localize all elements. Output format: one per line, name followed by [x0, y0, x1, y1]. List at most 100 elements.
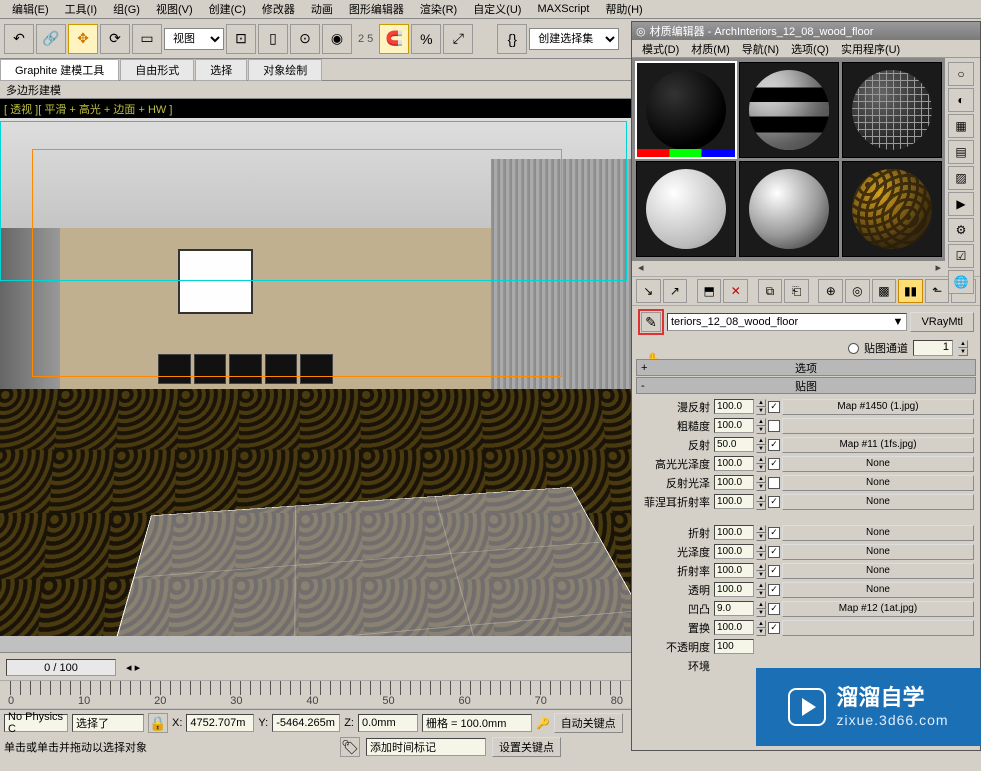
- undo-button[interactable]: ↶: [4, 24, 34, 54]
- material-name-field[interactable]: teriors_12_08_wood_floor▼: [667, 313, 907, 331]
- setkey-button[interactable]: 设置关键点: [492, 737, 561, 757]
- options-button[interactable]: ⚙: [948, 218, 974, 242]
- mat-slot-1[interactable]: [636, 62, 736, 158]
- mat-slot-6[interactable]: [842, 161, 942, 257]
- viewport-perspective[interactable]: [ 透视 ][ 平滑 + 高光 + 边面 + HW ]: [0, 99, 631, 636]
- show-map-button[interactable]: ▩: [872, 279, 897, 303]
- select-move-button[interactable]: ✥: [68, 24, 98, 54]
- watermark-overlay: 溜溜自学 zixue.3d66.com: [756, 668, 981, 746]
- menu-maxscript[interactable]: MAXScript: [529, 3, 597, 15]
- get-material-button[interactable]: ↘: [636, 279, 661, 303]
- spinner-snap-button[interactable]: ⤢: [443, 24, 473, 54]
- mat-menu-options[interactable]: 选项(Q): [785, 41, 835, 57]
- select-object-button[interactable]: ▯: [258, 24, 288, 54]
- rollout-maps[interactable]: -贴图: [636, 377, 976, 394]
- ribbon-tab-paint[interactable]: 对象绘制: [248, 59, 322, 81]
- named-sets-dropdown[interactable]: 创建选择集: [529, 28, 619, 50]
- z-label: Z:: [344, 717, 354, 729]
- rollout-options[interactable]: +选项: [636, 359, 976, 376]
- time-slider-bar[interactable]: 0 / 100 ◂ ▸: [0, 652, 631, 682]
- z-coord-field[interactable]: 0.0mm: [358, 714, 418, 732]
- menu-create[interactable]: 创建(C): [201, 1, 254, 17]
- sample-uv-button[interactable]: ▤: [948, 140, 974, 164]
- mat-slot-3[interactable]: [842, 62, 942, 158]
- mat-slot-4[interactable]: [636, 161, 736, 257]
- time-slider[interactable]: 0 / 100: [6, 659, 116, 676]
- map-row-roughness: 粗糙度 100.0 ▲▼: [638, 416, 974, 435]
- autokey-button[interactable]: 自动关键点: [554, 713, 623, 733]
- main-menu-bar[interactable]: 编辑(E) 工具(I) 组(G) 视图(V) 创建(C) 修改器 动画 图形编辑…: [0, 0, 981, 19]
- material-name-row: ✎ teriors_12_08_wood_floor▼ VRayMtl: [632, 306, 980, 338]
- menu-render[interactable]: 渲染(R): [412, 1, 465, 17]
- delete-mat-button[interactable]: ✕: [723, 279, 748, 303]
- pick-material-button[interactable]: ✎: [638, 309, 664, 335]
- mat-menu-util[interactable]: 实用程序(U): [835, 41, 906, 57]
- material-sample-slots: [632, 58, 945, 261]
- map-channel-spinner[interactable]: ▲▼: [958, 340, 968, 356]
- select-by-mat-button[interactable]: ☑: [948, 244, 974, 268]
- material-type-button[interactable]: VRayMtl: [910, 312, 974, 332]
- backlight-button[interactable]: ◐: [948, 88, 974, 112]
- mat-map-nav-button[interactable]: 🌐: [948, 270, 974, 294]
- ribbon-tab-graphite[interactable]: Graphite 建模工具: [0, 59, 119, 81]
- viewport-label[interactable]: [ 透视 ][ 平滑 + 高光 + 边面 + HW ]: [4, 101, 172, 117]
- video-check-button[interactable]: ▨: [948, 166, 974, 190]
- mat-menu-nav[interactable]: 导航(N): [736, 41, 785, 57]
- map-row-reflect-gloss: 反射光泽 100.0 ▲▼ None: [638, 473, 974, 492]
- snap-toggle-button[interactable]: 🧲: [379, 24, 409, 54]
- menu-view[interactable]: 视图(V): [148, 1, 201, 17]
- assign-to-sel-button[interactable]: ⬒: [697, 279, 722, 303]
- select-rotate-button[interactable]: ⟳: [100, 24, 130, 54]
- menu-group[interactable]: 组(G): [105, 1, 148, 17]
- put-to-scene-button[interactable]: ↗: [663, 279, 688, 303]
- sphere-icon: ◎: [636, 25, 646, 38]
- map-channel-value[interactable]: 1: [913, 340, 953, 356]
- menu-edit[interactable]: 编辑(E): [4, 1, 57, 17]
- material-editor-titlebar[interactable]: ◎ 材质编辑器 - ArchInteriors_12_08_wood_floor: [632, 22, 980, 40]
- diffuse-amount[interactable]: 100.0: [714, 399, 754, 414]
- select-name-button[interactable]: ⊙: [290, 24, 320, 54]
- material-editor-window[interactable]: ◎ 材质编辑器 - ArchInteriors_12_08_wood_floor…: [631, 21, 981, 751]
- ribbon-tab-select[interactable]: 选择: [195, 59, 247, 81]
- show-end-result-button[interactable]: ▮▮: [898, 279, 923, 303]
- angle-snap-button[interactable]: %: [411, 24, 441, 54]
- background-button[interactable]: ▦: [948, 114, 974, 138]
- menu-animation[interactable]: 动画: [303, 1, 341, 17]
- time-ruler[interactable]: 0 10 20 30 40 50 60 70 80: [0, 680, 631, 708]
- put-to-lib-button[interactable]: ⊕: [818, 279, 843, 303]
- time-tag-field[interactable]: 添加时间标记: [366, 738, 486, 756]
- mat-id-button[interactable]: ◎: [845, 279, 870, 303]
- sample-type-button[interactable]: ○: [948, 62, 974, 86]
- manage-sets-button[interactable]: {}: [497, 24, 527, 54]
- lock-selection-button[interactable]: 🔒: [148, 713, 168, 733]
- menu-graph[interactable]: 图形编辑器: [341, 1, 412, 17]
- time-tag-button[interactable]: 🏷: [340, 737, 360, 757]
- mat-menu-mode[interactable]: 模式(D): [636, 41, 685, 57]
- y-coord-field[interactable]: -5464.265m: [272, 714, 340, 732]
- menu-tools[interactable]: 工具(I): [57, 1, 105, 17]
- use-center-button[interactable]: ⊡: [226, 24, 256, 54]
- mat-slot-5[interactable]: [739, 161, 839, 257]
- menu-modifiers[interactable]: 修改器: [254, 1, 303, 17]
- material-editor-menu[interactable]: 模式(D) 材质(M) 导航(N) 选项(Q) 实用程序(U): [632, 40, 980, 58]
- make-unique-button[interactable]: ⎗: [784, 279, 809, 303]
- menu-customize[interactable]: 自定义(U): [465, 1, 529, 17]
- select-scale-button[interactable]: ▭: [132, 24, 162, 54]
- select-region-button[interactable]: ◉: [322, 24, 352, 54]
- mat-slot-2[interactable]: [739, 62, 839, 158]
- slot-scroll[interactable]: ◂▸: [632, 261, 947, 276]
- material-editor-title: 材质编辑器 - ArchInteriors_12_08_wood_floor: [650, 23, 874, 39]
- x-coord-field[interactable]: 4752.707m: [186, 714, 254, 732]
- mat-menu-material[interactable]: 材质(M): [685, 41, 736, 57]
- go-parent-button[interactable]: ⬑: [925, 279, 950, 303]
- map-channel-radio[interactable]: [848, 343, 859, 354]
- make-copy-button[interactable]: ⧉: [758, 279, 783, 303]
- menu-help[interactable]: 帮助(H): [597, 1, 650, 17]
- link-button[interactable]: 🔗: [36, 24, 66, 54]
- selection-status: 选择了: [72, 714, 144, 732]
- ribbon-tab-freeform[interactable]: 自由形式: [120, 59, 194, 81]
- ref-coord-dropdown[interactable]: 视图: [164, 28, 224, 50]
- diffuse-checkbox[interactable]: ✓: [768, 401, 780, 413]
- make-preview-button[interactable]: ▶: [948, 192, 974, 216]
- diffuse-map-button[interactable]: Map #1450 (1.jpg): [782, 399, 974, 415]
